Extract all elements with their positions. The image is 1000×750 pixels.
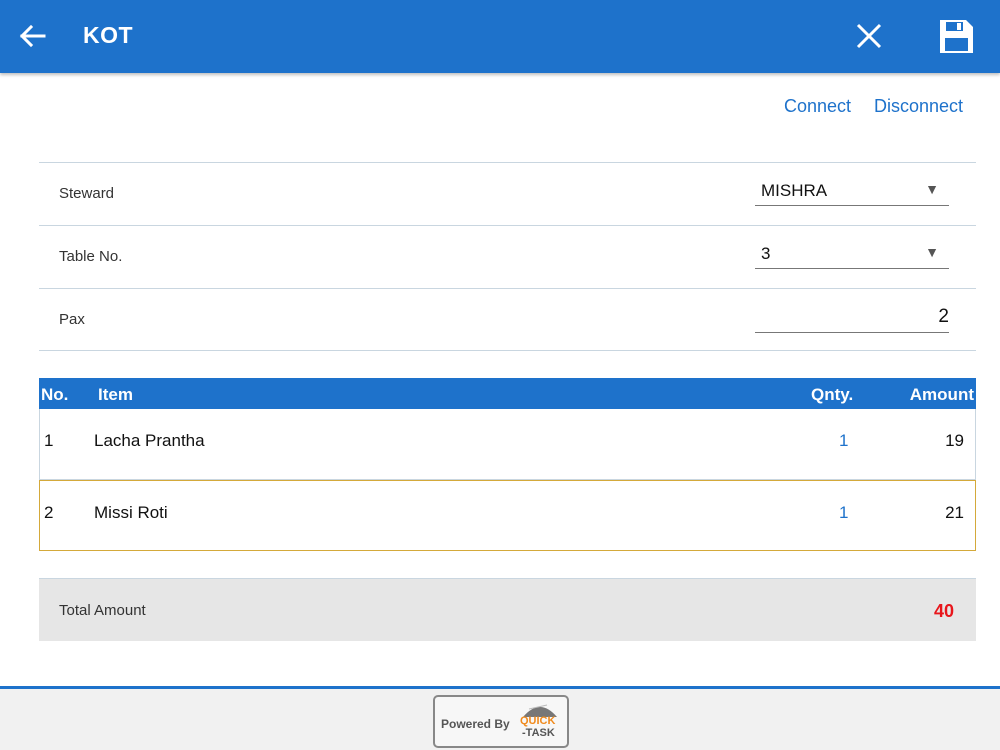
logo-text-task: -TASK	[522, 727, 555, 739]
disconnect-link[interactable]: Disconnect	[874, 96, 963, 117]
powered-by-text: Powered By	[441, 717, 510, 731]
items-table: No. Item Qnty. Amount 1 Lacha Prantha 1 …	[39, 378, 976, 551]
logo-text-quick: QUICK	[520, 715, 556, 727]
close-icon[interactable]	[851, 18, 887, 54]
pax-input[interactable]: 2	[755, 304, 949, 333]
pax-value: 2	[938, 306, 949, 327]
total-bar: Total Amount 40	[39, 578, 976, 641]
row-qty[interactable]: 1	[839, 431, 848, 451]
arrow-left-icon[interactable]	[14, 18, 50, 54]
row-amount: 19	[945, 431, 964, 450]
column-header-amount: Amount	[909, 385, 974, 404]
connect-link[interactable]: Connect	[784, 96, 851, 117]
table-no-value: 3	[761, 244, 771, 263]
column-header-item: Item	[98, 385, 133, 404]
table-header: No. Item Qnty. Amount	[39, 378, 976, 409]
row-item: Lacha Prantha	[94, 431, 205, 450]
table-no-select[interactable]: 3 ▼	[755, 240, 949, 269]
column-header-qty: Qnty.	[811, 385, 854, 404]
footer: Powered By QUICK -TASK	[0, 686, 1000, 750]
row-amount: 21	[945, 503, 964, 522]
save-icon[interactable]	[936, 16, 976, 56]
steward-value: MISHRA	[761, 181, 828, 200]
steward-row: Steward MISHRA ▼	[39, 162, 976, 225]
kot-form: Steward MISHRA ▼ Table No. 3 ▼ Pax 2	[39, 162, 976, 351]
table-no-row: Table No. 3 ▼	[39, 225, 976, 288]
steward-select[interactable]: MISHRA ▼	[755, 177, 949, 206]
dropdown-arrow-icon: ▼	[925, 244, 939, 260]
table-row[interactable]: 2 Missi Roti 1 21	[39, 480, 976, 551]
row-item: Missi Roti	[94, 503, 168, 522]
pax-row: Pax 2	[39, 288, 976, 351]
page-title: KOT	[83, 22, 134, 48]
steward-label: Steward	[59, 185, 115, 202]
dropdown-arrow-icon: ▼	[925, 181, 939, 197]
total-value: 40	[933, 601, 954, 621]
table-no-label: Table No.	[59, 248, 123, 265]
row-qty[interactable]: 1	[839, 503, 848, 523]
powered-by-badge: Powered By QUICK -TASK	[433, 695, 569, 748]
app-bar: KOT	[0, 0, 1000, 73]
column-header-no: No.	[41, 385, 69, 404]
total-label: Total Amount	[59, 602, 146, 619]
pax-label: Pax	[59, 311, 85, 328]
row-number: 1	[44, 431, 54, 450]
table-row[interactable]: 1 Lacha Prantha 1 19	[39, 409, 976, 480]
row-number: 2	[44, 503, 54, 522]
quick-task-logo: QUICK -TASK	[517, 699, 563, 745]
